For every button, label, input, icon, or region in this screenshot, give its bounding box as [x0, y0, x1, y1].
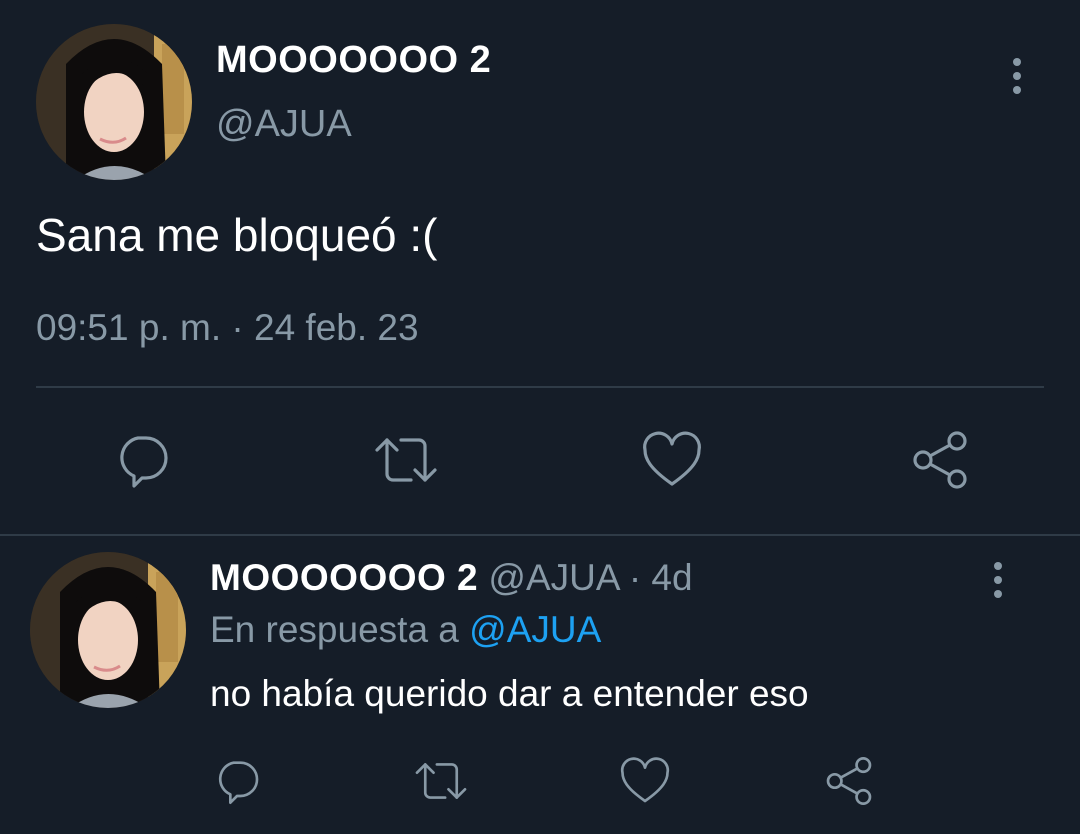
reply-prefix: En respuesta a [210, 609, 459, 650]
reply-avatar[interactable] [30, 552, 186, 708]
timestamp[interactable]: 09:51 p. m. · 24 feb. 23 [36, 306, 419, 350]
retweet-icon [375, 438, 437, 482]
reply-like-button[interactable] [616, 752, 674, 810]
display-name[interactable]: MOOOOOOO 2 [216, 38, 491, 82]
avatar[interactable] [36, 24, 192, 180]
share-button[interactable] [906, 426, 974, 494]
reply-icon [218, 761, 259, 804]
tweet-text: Sana me bloqueó :( [36, 209, 438, 261]
reply-reply-button[interactable] [208, 752, 266, 810]
reply-display-name[interactable]: MOOOOOOO 2 [210, 557, 478, 598]
reply-retweet-button[interactable] [410, 752, 472, 810]
share-icon [913, 431, 967, 489]
more-options-icon[interactable] [1012, 58, 1022, 94]
reply-button[interactable] [108, 426, 176, 494]
retweet-button[interactable] [370, 426, 442, 494]
like-button[interactable] [638, 426, 706, 494]
reply-share-button[interactable] [820, 752, 878, 810]
like-icon [643, 431, 701, 486]
reply-age[interactable]: · 4d [629, 557, 693, 598]
reply-more-options-icon[interactable] [993, 562, 1003, 598]
reply-icon [120, 436, 168, 488]
share-icon [826, 757, 872, 805]
reply-context: En respuesta a @AJUA [210, 608, 601, 652]
retweet-icon [415, 763, 467, 799]
reply-header: MOOOOOOO 2 @AJUA · 4d [210, 556, 693, 600]
reply-to-link[interactable]: @AJUA [469, 609, 601, 650]
reply-text: no había querido dar a entender eso [210, 673, 809, 714]
section-divider [0, 534, 1080, 536]
divider [36, 386, 1044, 388]
handle[interactable]: @AJUA [216, 102, 352, 146]
reply-handle[interactable]: @AJUA [488, 557, 618, 598]
like-icon [620, 757, 670, 803]
